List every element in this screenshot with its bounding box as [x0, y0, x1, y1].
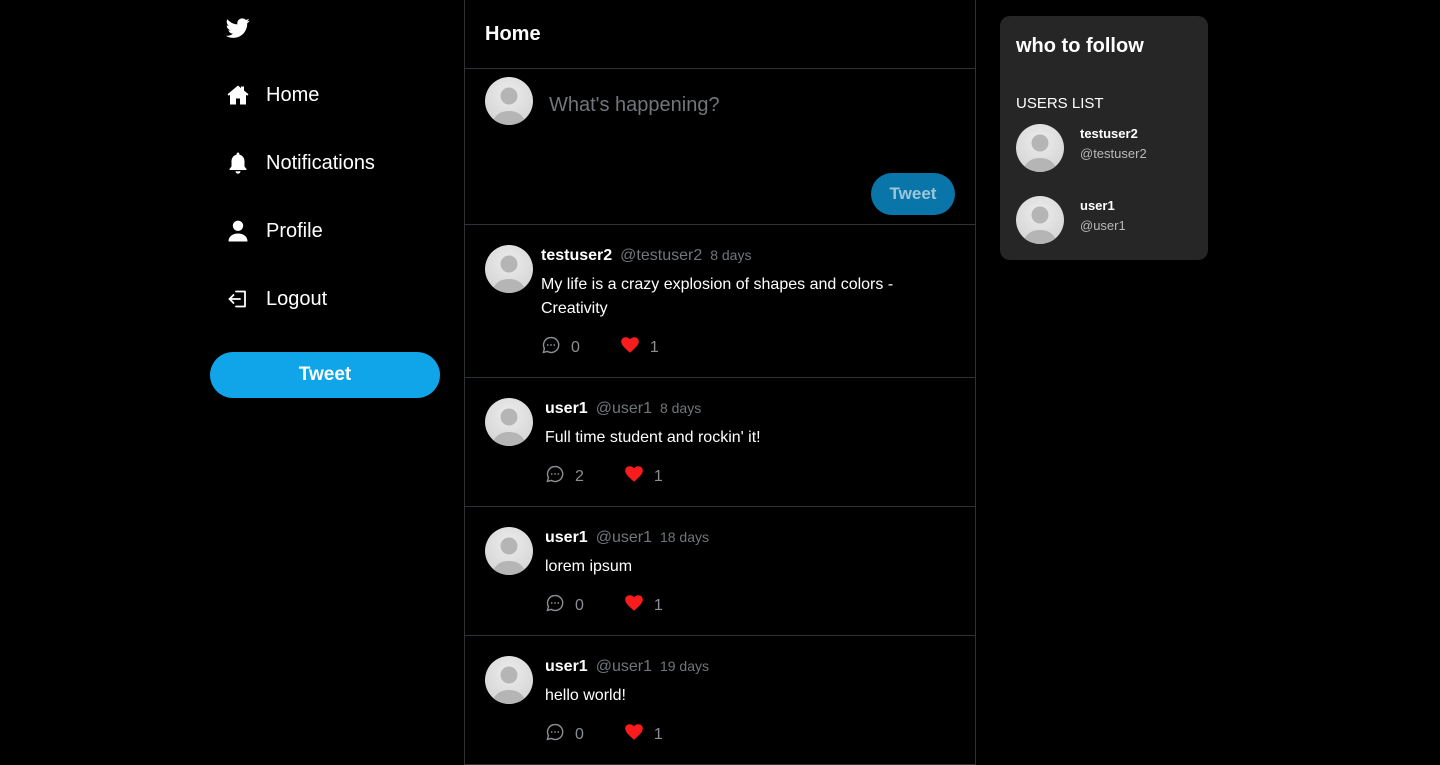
tweet-header: user1 @user1 8 days [545, 400, 701, 418]
tweet-text: lorem ipsum [545, 558, 633, 575]
avatar[interactable] [485, 398, 533, 446]
tweet-timestamp: 18 days [659, 529, 710, 545]
tweet-actions: 2 1 [545, 464, 663, 489]
tweet[interactable]: user1 @user1 8 days Full time student an… [465, 378, 975, 507]
tweet-author-handle: @user1 [595, 400, 652, 417]
users-list-label: USERS LIST [1016, 95, 1104, 112]
tweet-actions: 0 1 [545, 593, 663, 618]
heart-icon [624, 464, 644, 489]
tweet-author-name[interactable]: testuser2 [541, 247, 612, 265]
tweet-actions: 0 1 [545, 722, 663, 747]
sidebar-tweet-button[interactable]: Tweet [210, 352, 440, 398]
sidebar-item-profile[interactable]: Profile [226, 214, 440, 248]
tweet[interactable]: testuser2 @testuser2 8 days My life is a… [465, 225, 975, 378]
heart-icon [620, 335, 640, 360]
comment-count: 0 [575, 725, 584, 743]
avatar [1016, 124, 1064, 172]
tweet-timestamp: 8 days [710, 247, 752, 263]
comment-button[interactable]: 0 [541, 335, 580, 360]
comment-count: 0 [571, 338, 580, 356]
tweet-composer: Tweet [465, 69, 975, 225]
like-button[interactable]: 1 [624, 722, 663, 747]
user-handle: @testuser2 [1080, 146, 1147, 161]
sidebar-item-label: Profile [266, 219, 323, 242]
comment-button[interactable]: 2 [545, 464, 584, 489]
tweet-author-name[interactable]: user1 [545, 400, 588, 418]
home-icon [226, 83, 250, 107]
sidebar-item-label: Home [266, 83, 320, 106]
tweet-author-name[interactable]: user1 [545, 529, 588, 547]
like-count: 1 [653, 467, 663, 485]
comment-icon [545, 593, 565, 618]
tweet-author-handle: @user1 [595, 658, 652, 675]
avatar[interactable] [485, 656, 533, 704]
tweet-actions: 0 1 [541, 335, 659, 360]
tweet-timestamp: 19 days [659, 658, 710, 674]
like-button[interactable]: 1 [624, 593, 663, 618]
sidebar: Home Notifications Profile Logout Tweet [210, 0, 440, 765]
compose-tweet-button[interactable]: Tweet [871, 173, 955, 215]
tweet[interactable]: user1 @user1 18 days lorem ipsum 0 1 [465, 507, 975, 636]
comment-button[interactable]: 0 [545, 593, 584, 618]
sidebar-item-notifications[interactable]: Notifications [226, 146, 440, 180]
tweet-header: user1 @user1 18 days [545, 529, 709, 547]
tweet-input[interactable] [549, 89, 949, 121]
feed-header: Home [465, 0, 975, 69]
tweet-author-handle: @user1 [595, 529, 652, 546]
user-icon [226, 219, 250, 243]
logout-icon [226, 287, 250, 311]
comment-icon [545, 464, 565, 489]
tweet-author-name[interactable]: user1 [545, 658, 588, 676]
app-root: Home Notifications Profile Logout Tweet … [0, 0, 1440, 765]
tweet-header: user1 @user1 19 days [545, 658, 709, 676]
sidebar-item-logout[interactable]: Logout [226, 282, 440, 316]
avatar[interactable] [485, 245, 533, 293]
sidebar-item-label: Logout [266, 287, 328, 310]
bell-icon [226, 151, 250, 175]
feed: Home Tweet testuser2 @testuser2 8 days M… [464, 0, 976, 765]
comment-icon [541, 335, 561, 360]
user-list-item[interactable]: user1 @user1 [1016, 196, 1192, 244]
like-button[interactable]: 1 [624, 464, 663, 489]
like-count: 1 [653, 596, 663, 614]
heart-icon [624, 593, 644, 618]
tweet-text: My life is a crazy explosion of shapes a… [541, 276, 894, 317]
tweet-timestamp: 8 days [659, 400, 702, 416]
tweet[interactable]: user1 @user1 19 days hello world! 0 1 [465, 636, 975, 765]
avatar [485, 77, 533, 125]
who-to-follow-panel: who to follow USERS LIST testuser2 @test… [1000, 16, 1208, 260]
comment-count: 2 [575, 467, 584, 485]
sidebar-item-label: Notifications [266, 151, 375, 174]
comment-count: 0 [575, 596, 584, 614]
panel-title: who to follow [1016, 35, 1144, 57]
like-button[interactable]: 1 [620, 335, 659, 360]
like-count: 1 [653, 725, 663, 743]
avatar [1016, 196, 1064, 244]
user-name: user1 [1080, 198, 1115, 213]
user-list-item[interactable]: testuser2 @testuser2 [1016, 124, 1192, 172]
comment-icon [545, 722, 565, 747]
tweet-header: testuser2 @testuser2 8 days [541, 247, 751, 265]
user-handle: @user1 [1080, 218, 1126, 233]
sidebar-item-home[interactable]: Home [226, 78, 440, 112]
user-name: testuser2 [1080, 126, 1138, 141]
heart-icon [624, 722, 644, 747]
avatar[interactable] [485, 527, 533, 575]
page-title: Home [485, 22, 541, 45]
like-count: 1 [649, 338, 659, 356]
tweet-author-handle: @testuser2 [620, 247, 703, 264]
tweet-text: hello world! [545, 687, 626, 704]
twitter-bird-icon[interactable] [225, 16, 250, 40]
tweet-text: Full time student and rockin' it! [545, 429, 761, 446]
comment-button[interactable]: 0 [545, 722, 584, 747]
